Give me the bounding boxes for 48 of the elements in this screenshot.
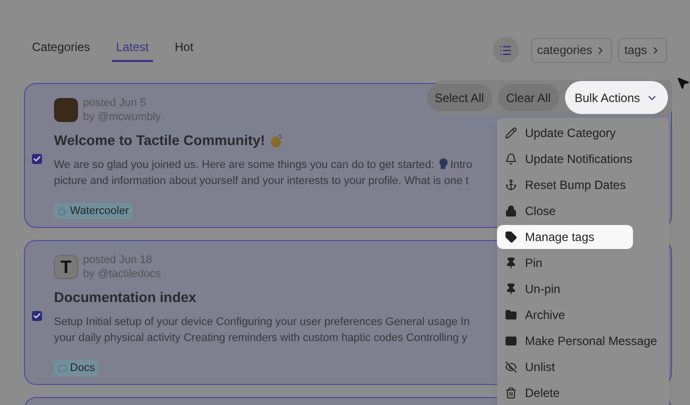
menu-item[interactable]: Un-pin bbox=[497, 277, 669, 301]
topic-title[interactable]: Documentation index bbox=[54, 287, 196, 308]
category-tag[interactable]: Watercooler bbox=[54, 203, 133, 219]
list-icon bbox=[499, 44, 512, 56]
bulk-actions-dropdown[interactable]: Bulk Actions bbox=[564, 81, 668, 114]
menu-item[interactable]: Make Personal Message bbox=[497, 329, 669, 353]
folder-icon bbox=[505, 309, 517, 321]
menu-item[interactable]: Manage tags bbox=[497, 225, 633, 249]
trash-icon bbox=[505, 387, 517, 399]
tab[interactable]: Latest bbox=[112, 38, 153, 62]
post-author: by @tactiledocs bbox=[83, 267, 161, 281]
tab[interactable]: Hot bbox=[174, 38, 194, 62]
mouse-cursor-icon bbox=[676, 76, 690, 90]
menu-item[interactable]: Update Notifications bbox=[497, 147, 669, 171]
anchor-icon bbox=[505, 179, 517, 191]
tab[interactable]: Categories bbox=[32, 38, 90, 62]
menu-item[interactable]: Pin bbox=[497, 251, 669, 275]
lock-icon bbox=[505, 205, 517, 217]
list-view-button[interactable] bbox=[492, 37, 519, 63]
topic-checkbox[interactable] bbox=[32, 154, 42, 164]
chat-icon bbox=[58, 364, 67, 372]
tag-icon bbox=[505, 231, 517, 243]
avatar-logo: T bbox=[54, 255, 78, 279]
hidden-eye-icon bbox=[505, 361, 517, 373]
breadcrumb-dropdown[interactable]: categories bbox=[530, 38, 612, 62]
category-tag[interactable]: Docs bbox=[54, 360, 100, 376]
bell-icon bbox=[505, 153, 517, 165]
topic-title[interactable]: Welcome to Tactile Community! bbox=[54, 130, 266, 151]
post-date: posted Jun 18 bbox=[83, 253, 154, 267]
menu-item[interactable]: Delete bbox=[497, 381, 669, 405]
toolbar-button[interactable]: Clear All bbox=[498, 84, 559, 111]
cup-icon bbox=[58, 206, 67, 216]
menu-item[interactable]: Unlist bbox=[497, 355, 669, 379]
toolbar-button[interactable]: Select All bbox=[426, 84, 492, 111]
post-date: posted Jun 5 bbox=[83, 96, 147, 110]
breadcrumb-dropdown[interactable]: tags bbox=[618, 38, 667, 62]
pin-icon bbox=[505, 283, 517, 295]
menu-item[interactable]: Update Category bbox=[497, 121, 669, 145]
pencil-icon bbox=[505, 127, 517, 139]
post-author: by @mcwumbly bbox=[83, 110, 161, 124]
topic-checkbox[interactable] bbox=[32, 311, 42, 321]
menu-item[interactable]: Reset Bump Dates bbox=[497, 173, 669, 197]
topic-excerpt: We are so glad you joined us. Here are some things you can do to get started: Intro picture and information about yourself and your interests to your profile. What is one t bbox=[54, 157, 472, 189]
menu-item[interactable]: Archive bbox=[497, 303, 669, 327]
topic-excerpt: Setup Initial setup of your device Configuring your user preferences General usage In your daily physical activity Creating reminders with custom haptic codes Controlling y bbox=[54, 315, 470, 346]
avatar-photo-placeholder bbox=[54, 98, 78, 122]
pin-icon bbox=[505, 257, 517, 269]
menu-item[interactable]: Close bbox=[497, 199, 669, 223]
